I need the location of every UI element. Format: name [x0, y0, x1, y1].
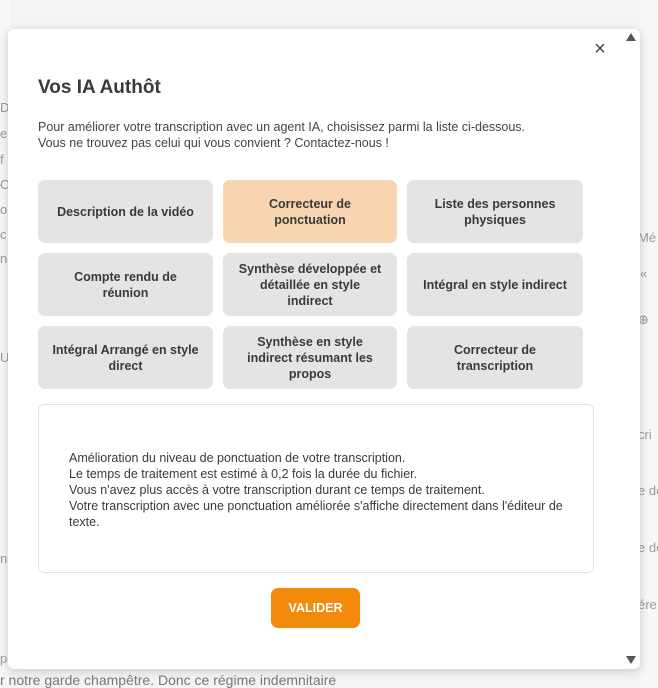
description-line: Votre transcription avec une ponctuation… [69, 499, 563, 529]
validate-button[interactable]: VALIDER [271, 588, 360, 628]
agent-grid: Description de la vidéo Correcteur de po… [38, 180, 585, 389]
scroll-down-arrow-icon[interactable] [626, 656, 636, 664]
background-text-fragment: e [0, 126, 8, 141]
agent-label: Intégral Arrangé en style direct [52, 342, 199, 373]
agent-synthese-style-indirect[interactable]: Synthèse en style indirect résumant les … [223, 326, 397, 389]
modal-intro: Pour améliorer votre transcription avec … [38, 119, 598, 151]
intro-line: Pour améliorer votre transcription avec … [38, 120, 526, 134]
agent-integral-style-indirect[interactable]: Intégral en style indirect [407, 253, 583, 316]
ia-agents-modal: × Vos IA Authôt Pour améliorer votre tra… [8, 29, 640, 669]
agent-synthese-developpee[interactable]: Synthèse développée et détaillée en styl… [223, 253, 397, 316]
agent-liste-personnes-physiques[interactable]: Liste des personnes physiques [407, 180, 583, 243]
background-text-fragment: c [0, 227, 7, 242]
agent-correcteur-transcription[interactable]: Correcteur de transcription [407, 326, 583, 389]
background-text-fragment: n [0, 251, 8, 266]
background-text-fragment: « [640, 266, 648, 281]
agent-correcteur-ponctuation[interactable]: Correcteur de ponctuation [223, 180, 397, 243]
agent-description-box: Amélioration du niveau de ponctuation de… [38, 404, 594, 573]
agent-label: Description de la vidéo [57, 204, 194, 219]
agent-compte-rendu-reunion[interactable]: Compte rendu de réunion [38, 253, 213, 316]
background-text-fragment: Mé [638, 230, 657, 245]
background-text-fragment: e de [638, 540, 658, 555]
modal-title: Vos IA Authôt [38, 77, 161, 98]
background-text-fragment: f [0, 152, 4, 167]
intro-line: Vous ne trouvez pas celui qui vous convi… [38, 136, 389, 150]
background-page-right [640, 0, 658, 688]
description-line: Vous n'avez plus accès à votre transcrip… [69, 483, 485, 497]
description-line: Amélioration du niveau de ponctuation de… [69, 451, 406, 465]
background-text-fragment: e de [638, 483, 658, 498]
agent-integral-arrange[interactable]: Intégral Arrangé en style direct [38, 326, 213, 389]
agent-label: Liste des personnes physiques [434, 196, 556, 227]
agent-label: Synthèse en style indirect résumant les … [247, 334, 373, 381]
description-line: Le temps de traitement est estimé à 0,2 … [69, 467, 418, 481]
background-text-fragment: ére [638, 597, 657, 612]
background-text-fragment: cri [638, 427, 652, 442]
close-icon[interactable]: × [592, 39, 608, 59]
scroll-up-arrow-icon[interactable] [626, 33, 636, 41]
background-bottom-text: r notre garde champêtre. Donc ce régime … [0, 672, 337, 688]
agent-label: Synthèse développée et détaillée en styl… [238, 261, 382, 308]
agent-label: Correcteur de transcription [454, 342, 536, 373]
agent-label: Compte rendu de réunion [74, 269, 177, 300]
agent-description-video[interactable]: Description de la vidéo [38, 180, 213, 243]
agent-label: Intégral en style indirect [423, 277, 567, 292]
agent-label: Correcteur de ponctuation [269, 196, 351, 227]
